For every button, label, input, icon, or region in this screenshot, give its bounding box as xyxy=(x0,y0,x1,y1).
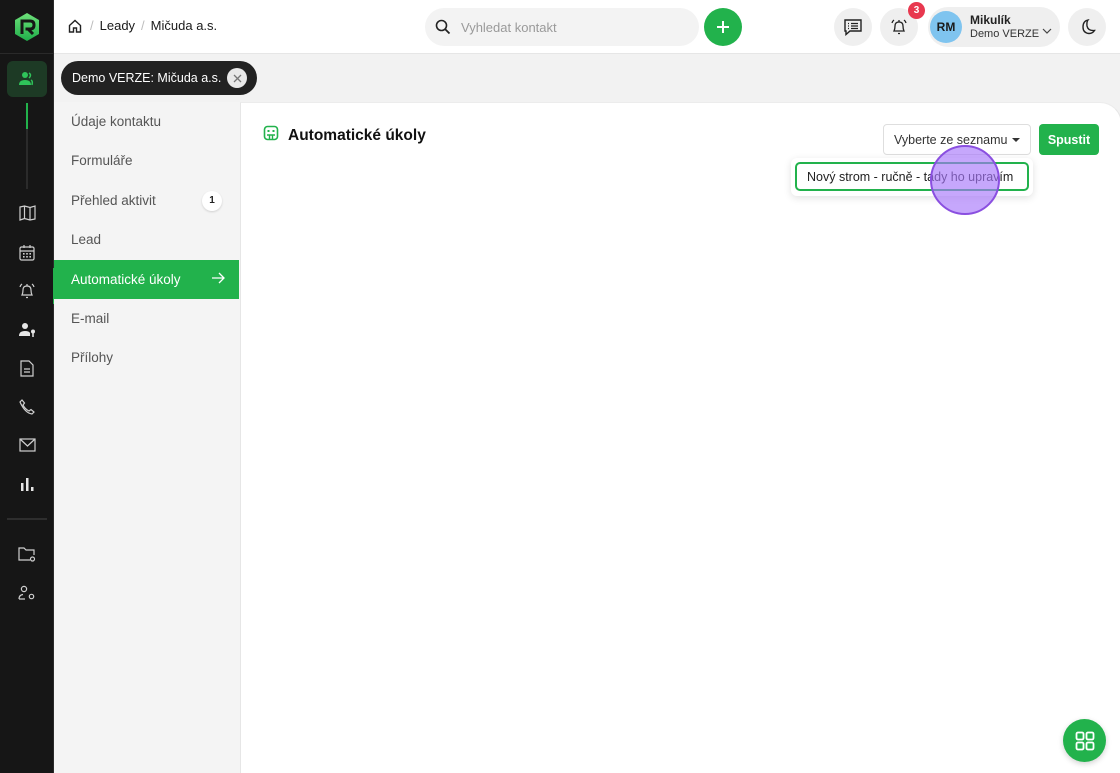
document-icon xyxy=(20,359,34,377)
task-tree-select-value: Vyberte ze seznamu xyxy=(894,132,1008,147)
close-icon xyxy=(233,74,242,82)
rail-separator xyxy=(7,518,47,520)
menu-item-label: Údaje kontaktu xyxy=(71,114,162,129)
contacts-icon xyxy=(19,72,34,86)
map-icon xyxy=(18,205,36,221)
message-list-icon xyxy=(844,18,862,36)
moon-icon xyxy=(1082,18,1096,35)
breadcrumb-leads[interactable]: Leady xyxy=(100,18,135,33)
bell-icon xyxy=(891,19,907,35)
open-record-tab-label: Demo VERZE: Mičuda a.s. xyxy=(72,71,222,85)
add-button[interactable] xyxy=(704,8,742,46)
mail-icon xyxy=(18,438,36,452)
rail-item-contacts[interactable] xyxy=(7,61,47,97)
user-key-icon xyxy=(19,323,35,337)
menu-item-forms[interactable]: Formuláře xyxy=(54,141,239,180)
rail-item-calls[interactable] xyxy=(17,397,37,417)
automatic-tasks-panel: Automatické úkoly Vyberte ze seznamu Spu… xyxy=(240,102,1120,773)
menu-item-label: Formuláře xyxy=(71,153,133,168)
grid-icon xyxy=(1075,731,1094,750)
chevron-down-icon xyxy=(1042,21,1052,39)
menu-item-contact-details[interactable]: Údaje kontaktu xyxy=(54,102,239,141)
search-input[interactable] xyxy=(461,19,661,35)
app-logo[interactable] xyxy=(13,12,41,42)
search-box[interactable] xyxy=(425,8,699,46)
apps-grid-button[interactable] xyxy=(1063,719,1106,762)
rail-item-calendar[interactable] xyxy=(17,242,37,262)
theme-toggle-button[interactable] xyxy=(1068,8,1106,46)
record-section-menu: Údaje kontaktu Formuláře Přehled aktivit… xyxy=(54,102,240,773)
robot-icon xyxy=(263,125,279,146)
rail-item-documents[interactable] xyxy=(17,358,37,378)
user-settings-icon xyxy=(18,585,35,600)
phone-icon xyxy=(19,399,35,415)
menu-item-email[interactable]: E-mail xyxy=(54,299,239,338)
menu-item-lead[interactable]: Lead xyxy=(54,220,239,259)
rail-item-user-settings[interactable] xyxy=(17,583,37,603)
rail-item-emails[interactable] xyxy=(17,435,37,455)
search-icon xyxy=(435,19,451,35)
bell-icon xyxy=(19,283,35,299)
menu-item-label: Automatické úkoly xyxy=(71,272,181,287)
rail-item-reports[interactable] xyxy=(17,474,37,494)
task-tree-select[interactable]: Vyberte ze seznamu xyxy=(883,124,1031,155)
close-tab-button[interactable] xyxy=(227,68,248,88)
caret-down-icon xyxy=(1012,138,1020,142)
home-icon[interactable] xyxy=(68,19,82,33)
rail-item-reminders[interactable] xyxy=(17,281,37,301)
user-name: Mikulík xyxy=(970,13,1011,27)
notifications-count-badge: 3 xyxy=(908,2,925,19)
rail-divider xyxy=(0,53,54,54)
menu-item-label: Lead xyxy=(71,232,102,247)
arrow-right-icon xyxy=(211,272,225,287)
menu-item-automatic-tasks[interactable]: Automatické úkoly xyxy=(54,260,239,299)
panel-title-text: Automatické úkoly xyxy=(288,126,426,144)
breadcrumb-current: Mičuda a.s. xyxy=(150,18,218,33)
panel-title: Automatické úkoly xyxy=(263,125,426,146)
rail-item-leads[interactable] xyxy=(17,320,37,340)
breadcrumb-separator: / xyxy=(90,18,94,33)
rail-item-map[interactable] xyxy=(17,203,37,223)
breadcrumb: / Leady / Mičuda a.s. xyxy=(68,18,217,33)
activity-count-badge: 1 xyxy=(202,190,222,211)
left-rail xyxy=(0,0,55,773)
run-button[interactable]: Spustit xyxy=(1039,124,1099,155)
plus-icon xyxy=(717,21,729,33)
menu-item-activity-overview[interactable]: Přehled aktivit 1 xyxy=(54,181,239,220)
menu-item-attachments[interactable]: Přílohy xyxy=(54,338,239,377)
open-record-tab[interactable]: Demo VERZE: Mičuda a.s. xyxy=(61,61,258,95)
top-bar: / Leady / Mičuda a.s. 3 RM Mikulík Demo … xyxy=(54,0,1120,54)
breadcrumb-separator: / xyxy=(141,18,145,33)
task-tree-dropdown: Nový strom - ručně - tady ho upravím xyxy=(791,158,1033,196)
menu-item-label: Přílohy xyxy=(71,350,114,365)
menu-item-label: Přehled aktivit xyxy=(71,193,156,208)
avatar: RM xyxy=(930,11,962,43)
calendar-icon xyxy=(19,244,35,261)
user-menu[interactable]: RM Mikulík Demo VERZE xyxy=(928,7,1060,47)
rail-item-file-settings[interactable] xyxy=(17,544,37,564)
rail-scroll-thumb[interactable] xyxy=(26,103,28,129)
menu-item-label: E-mail xyxy=(71,311,110,326)
dropdown-option[interactable]: Nový strom - ručně - tady ho upravím xyxy=(795,162,1029,191)
folder-settings-icon xyxy=(18,546,36,562)
user-organization: Demo VERZE xyxy=(970,28,1040,40)
bar-chart-icon xyxy=(21,478,34,491)
messages-button[interactable] xyxy=(834,8,872,46)
